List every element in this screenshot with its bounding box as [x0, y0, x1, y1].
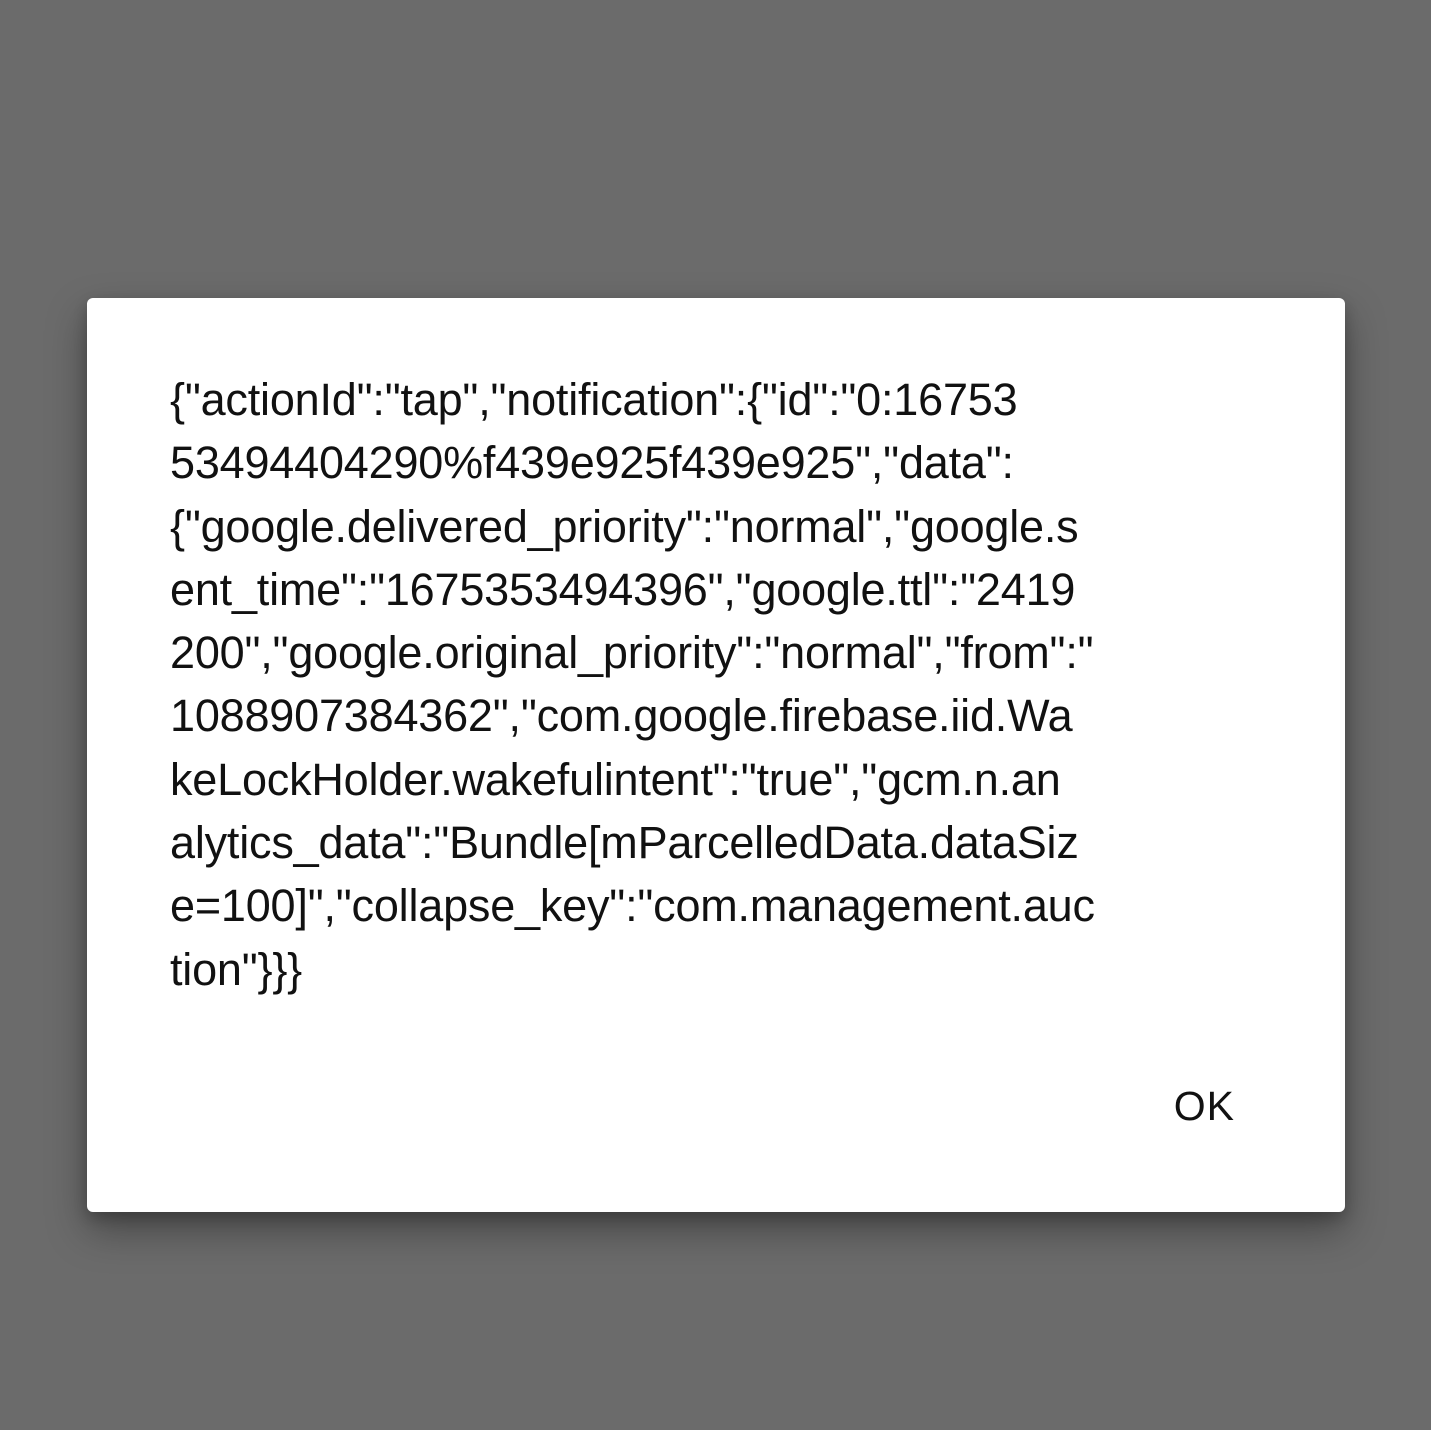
ok-button[interactable]: OK: [1160, 1074, 1249, 1138]
message-line: alytics_data":"Bundle[mParcelledData.dat…: [170, 817, 1079, 869]
message-line: e=100]","collapse_key":"com.management.a…: [170, 880, 1095, 932]
message-line: 53494404290%f439e925f439e925","data":: [170, 437, 1014, 489]
message-line: {"actionId":"tap","notification":{"id":"…: [170, 374, 1018, 425]
alert-dialog: {"actionId":"tap","notification":{"id":"…: [87, 298, 1345, 1212]
message-line: 200","google.original_priority":"normal"…: [170, 627, 1094, 679]
message-line: keLockHolder.wakefulintent":"true","gcm.…: [170, 753, 1061, 805]
message-line: 1088907384362","com.google.firebase.iid.…: [170, 690, 1073, 742]
message-line: tion"}}}: [170, 943, 303, 995]
dialog-message: {"actionId":"tap","notification":{"id":"…: [170, 368, 1265, 1001]
message-line: {"google.delivered_priority":"normal","g…: [170, 500, 1079, 552]
message-line: ent_time":"1675353494396","google.ttl":"…: [170, 563, 1076, 615]
